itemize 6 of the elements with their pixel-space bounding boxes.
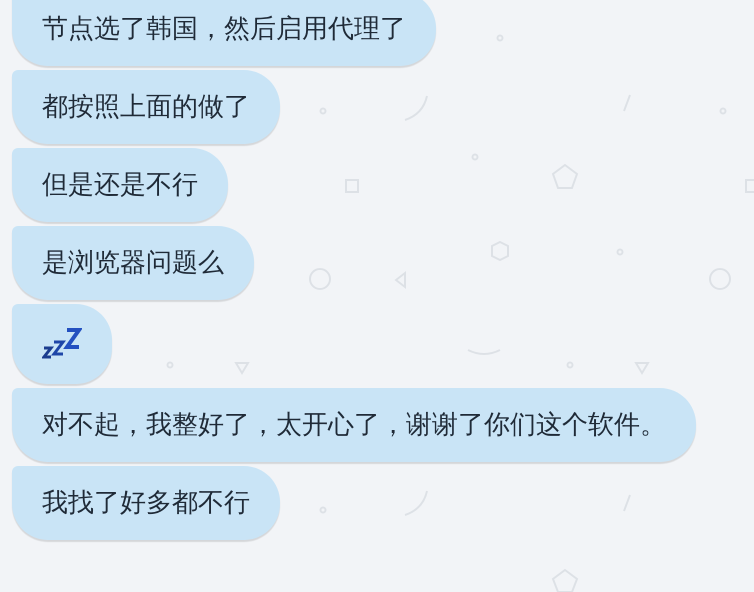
message-text: 对不起，我整好了，太开心了，谢谢了你们这个软件。 [42, 409, 666, 442]
message-text: 但是还是不行 [42, 169, 198, 202]
message-text: 是浏览器问题么 [42, 247, 224, 280]
message-text: 都按照上面的做了 [42, 91, 250, 124]
message-text: 我找了好多都不行 [42, 487, 250, 520]
message-text: 节点选了韩国，然后启用代理了 [42, 13, 406, 46]
